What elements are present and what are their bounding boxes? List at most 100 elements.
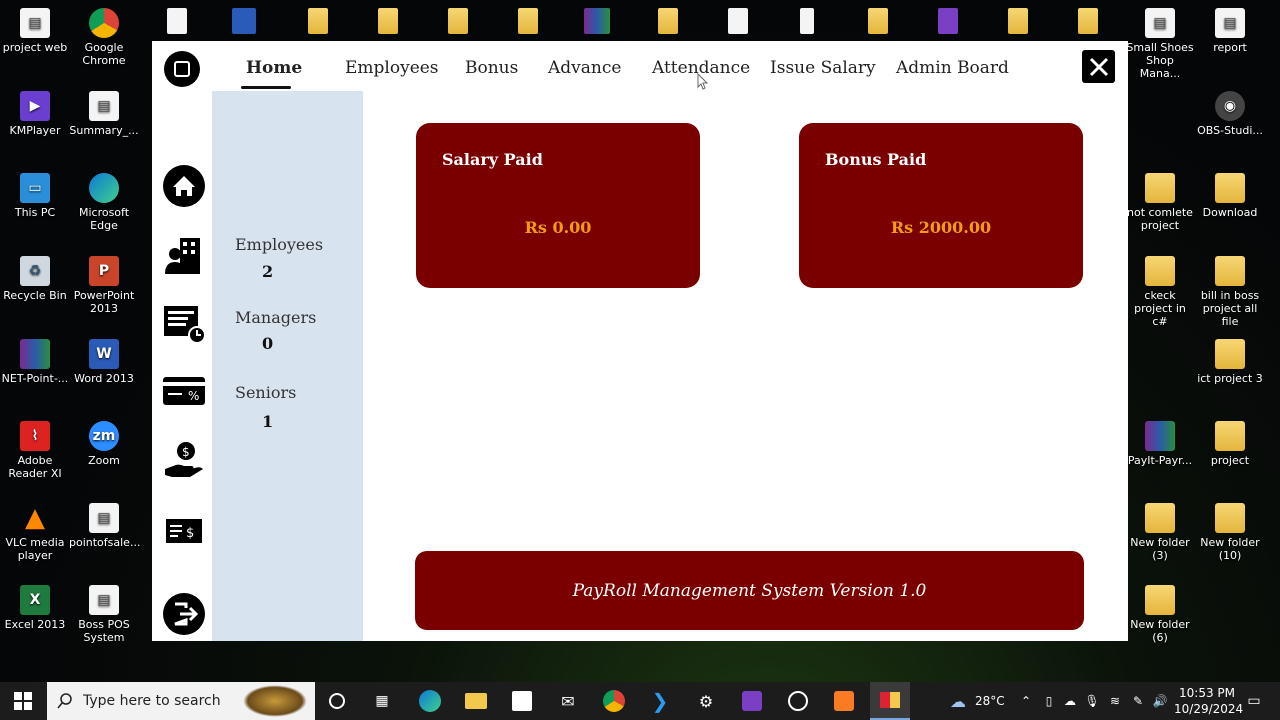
taskbar-payroll-app[interactable] — [870, 682, 910, 720]
document-icon[interactable] — [800, 8, 814, 34]
search-icon — [57, 693, 72, 709]
folder-icon — [1215, 339, 1245, 369]
svg-text:%: % — [188, 389, 199, 403]
desktop-icon-project-web[interactable]: ▤ project web — [0, 8, 70, 54]
folder-icon[interactable] — [308, 8, 328, 34]
vlc-cone-icon: ▲ — [25, 502, 45, 533]
desktop-icon-new-folder-3[interactable]: New folder (3) — [1125, 503, 1195, 562]
folder-icon — [1145, 503, 1175, 533]
menu-employees[interactable]: Employees — [345, 58, 439, 78]
folder-icon[interactable] — [378, 8, 398, 34]
taskbar-vscode[interactable]: ❯ — [646, 687, 674, 715]
desktop-icon-chrome[interactable]: Google Chrome — [69, 8, 139, 67]
weather-icon[interactable]: ☁ — [944, 687, 972, 715]
obs-icon — [788, 691, 808, 711]
winrar-icon[interactable] — [584, 8, 610, 34]
folder-icon[interactable] — [1008, 8, 1028, 34]
desktop-icon-pointofsale[interactable]: ▤ pointofsale... — [69, 503, 140, 549]
desktop-icon-kmplayer[interactable]: ▶ KMPlayer — [0, 91, 70, 137]
desktop-icon-boss-pos[interactable]: ▤ Boss POS System — [69, 585, 139, 644]
sidebar-attendance-button[interactable] — [162, 301, 206, 345]
taskbar-file-explorer[interactable] — [462, 687, 490, 715]
desktop-icon-new-folder-10[interactable]: New folder (10) — [1195, 503, 1265, 562]
menu-advance[interactable]: Advance — [548, 58, 621, 78]
icon-sidebar: % $ $ — [152, 91, 212, 641]
notifications-button[interactable]: ▭ — [1240, 687, 1268, 715]
taskbar-visual-studio[interactable] — [738, 687, 766, 715]
folder-icon[interactable] — [1078, 8, 1098, 34]
start-button[interactable] — [9, 687, 37, 715]
desktop-icon-summary[interactable]: ▤ Summary_... — [69, 91, 139, 137]
folder-icon[interactable] — [518, 8, 538, 34]
close-button[interactable] — [1082, 50, 1115, 83]
document-icon[interactable] — [167, 8, 187, 34]
desktop-icon-vlc[interactable]: ▲ VLC media player — [0, 502, 70, 563]
folder-icon[interactable] — [658, 8, 678, 34]
desktop-icon-edge[interactable]: Microsoft Edge — [69, 173, 139, 232]
desktop-icon-project[interactable]: project — [1195, 421, 1265, 467]
folder-icon[interactable] — [448, 8, 468, 34]
desktop-icon-small-shoes[interactable]: ▤ Small Shoes Shop Mana... — [1125, 8, 1195, 80]
document-icon[interactable] — [728, 8, 748, 34]
desktop-icon-powerpoint[interactable]: P PowerPoint 2013 — [69, 256, 139, 315]
desktop-icon-adobe[interactable]: ⌇ Adobe Reader XI — [0, 421, 70, 480]
taskbar-store[interactable] — [508, 687, 536, 715]
desktop-icon-payit[interactable]: PayIt-Payr... — [1125, 421, 1195, 467]
folder-icon[interactable] — [868, 8, 888, 34]
search-input[interactable] — [81, 692, 245, 710]
taskbar-edge[interactable] — [416, 687, 444, 715]
folder-icon — [465, 693, 487, 709]
obs-icon: ◉ — [1215, 91, 1245, 121]
desktop-icon-net-point[interactable]: NET-Point-... — [0, 339, 70, 385]
desktop-icon-excel[interactable]: X Excel 2013 — [0, 585, 70, 631]
desktop-icon-ict-project[interactable]: ict project 3 — [1195, 339, 1265, 385]
app-menu-button[interactable] — [164, 51, 200, 87]
speaker-icon: 🔊 — [1152, 694, 1168, 708]
desktop-icon-obs[interactable]: ◉ OBS-Studi... — [1195, 91, 1265, 137]
version-banner: PayRoll Management System Version 1.0 — [415, 551, 1084, 630]
desktop-icon-recycle-bin[interactable]: ♻ Recycle Bin — [0, 256, 70, 302]
menu-admin-board[interactable]: Admin Board — [896, 58, 1009, 78]
folder-icon — [1145, 585, 1175, 615]
sidebar-employees-button[interactable] — [162, 234, 206, 278]
cortana-button[interactable] — [323, 687, 351, 715]
taskbar-settings[interactable]: ⚙ — [692, 687, 720, 715]
sidebar-logout-button[interactable] — [162, 592, 206, 636]
taskbar-obs[interactable] — [784, 687, 812, 715]
task-view-button[interactable]: ▦ — [368, 687, 396, 715]
desktop-icon-new-folder-6[interactable]: New folder (6) — [1125, 585, 1195, 644]
word-icon[interactable] — [232, 8, 256, 34]
menu-bonus[interactable]: Bonus — [465, 58, 518, 78]
sidebar-home-button[interactable] — [162, 164, 206, 208]
volume-button[interactable]: 🔊 — [1146, 687, 1174, 715]
desktop-icon-bill-boss[interactable]: bill in boss project all file — [1195, 256, 1265, 328]
clock-date[interactable]: 10/29/2024 — [1174, 702, 1243, 716]
sidebar-bonus-button[interactable]: $ — [162, 439, 206, 483]
desktop-icon-download[interactable]: Download — [1195, 173, 1265, 219]
desktop-icon-report[interactable]: ▤ report — [1195, 8, 1265, 54]
payroll-app-window: Home Employees Bonus Advance Attendance … — [152, 41, 1128, 641]
desktop-icon-zoom[interactable]: zm Zoom — [69, 421, 139, 467]
computer-icon: ▭ — [20, 173, 50, 203]
recycle-bin-icon: ♻ — [20, 256, 50, 286]
desktop-icon-not-complete[interactable]: not comlete project — [1125, 173, 1195, 232]
managers-count-value: 0 — [262, 334, 274, 353]
taskbar-chrome[interactable] — [600, 687, 628, 715]
sidebar-salary-button[interactable]: % — [162, 369, 206, 413]
desktop-icon-ckeck-project[interactable]: ckeck project in c# — [1125, 256, 1195, 328]
cloud-icon: ☁ — [1064, 694, 1076, 708]
tray-app-icon: ▯ — [1045, 694, 1053, 708]
sidebar-cash-button[interactable]: $ — [162, 509, 206, 553]
menu-home[interactable]: Home — [246, 58, 302, 78]
seniors-count-value: 1 — [262, 412, 274, 431]
taskbar-mail[interactable]: ✉ — [554, 687, 582, 715]
taskbar-search[interactable] — [47, 682, 315, 720]
taskbar-xampp[interactable] — [830, 687, 858, 715]
visual-studio-icon[interactable] — [938, 8, 958, 34]
menu-issue-salary[interactable]: Issue Salary — [770, 58, 876, 78]
task-view-icon: ▦ — [375, 693, 389, 709]
clock-time[interactable]: 10:53 PM — [1179, 686, 1235, 700]
desktop-icon-word[interactable]: W Word 2013 — [69, 339, 139, 385]
desktop-icon-this-pc[interactable]: ▭ This PC — [0, 173, 70, 219]
mouse-cursor-icon — [697, 73, 709, 90]
